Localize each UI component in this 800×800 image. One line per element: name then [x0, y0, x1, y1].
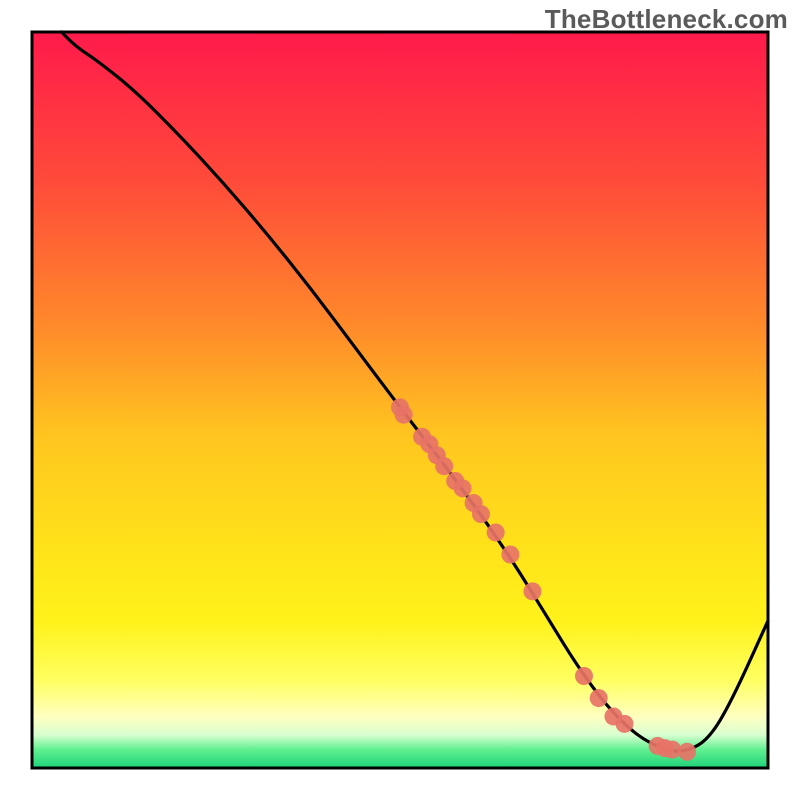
watermark-text: TheBottleneck.com [545, 4, 788, 35]
data-point [590, 689, 608, 707]
data-point [487, 523, 505, 541]
data-point [454, 479, 472, 497]
data-point [615, 715, 633, 733]
data-point [678, 743, 696, 761]
data-point [575, 667, 593, 685]
data-point [435, 457, 453, 475]
data-point [395, 406, 413, 424]
bottleneck-chart [0, 0, 800, 800]
data-point [472, 505, 490, 523]
data-point [501, 546, 519, 564]
chart-container: TheBottleneck.com [0, 0, 800, 800]
data-point [523, 582, 541, 600]
